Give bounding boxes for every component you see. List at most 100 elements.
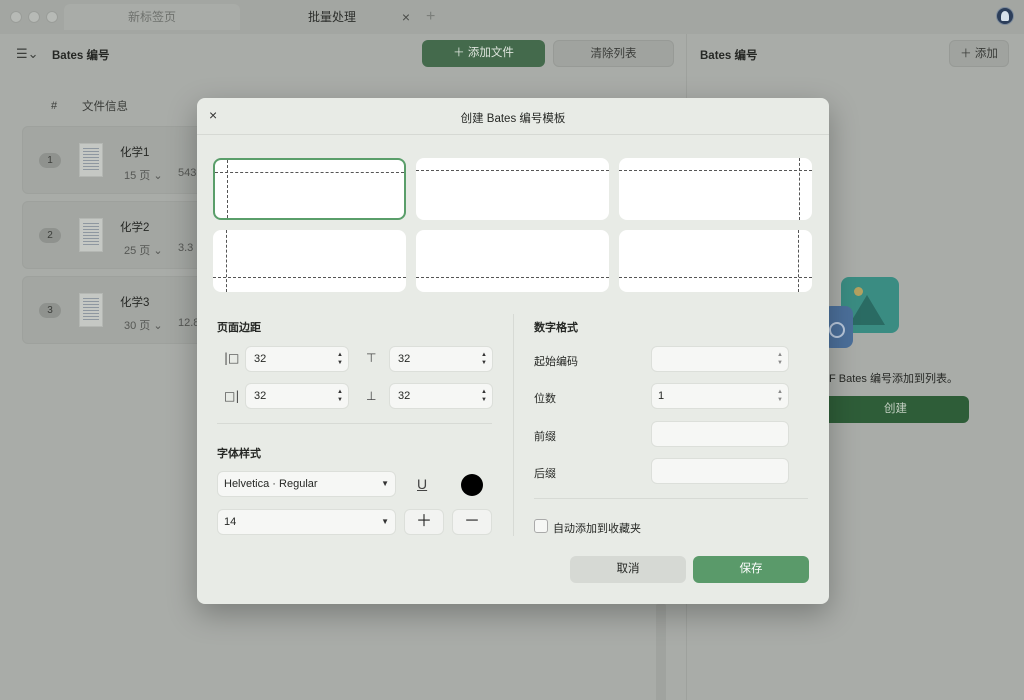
suffix-label: 后缀	[534, 468, 556, 480]
suffix-field[interactable]	[651, 458, 789, 484]
select-value: 14	[224, 516, 237, 528]
page-count-dropdown[interactable]: 15 页 ⌄	[124, 167, 163, 183]
file-number-badge: 2	[39, 228, 61, 243]
position-top-right[interactable]	[619, 158, 812, 220]
stepper-arrows-icon[interactable]: ▲ ▼	[481, 388, 487, 404]
guide-line	[416, 277, 609, 278]
auto-add-favorites-checkbox[interactable]	[534, 519, 548, 533]
column-header-number: #	[51, 100, 58, 112]
minimize-window-button[interactable]	[28, 11, 40, 23]
start-number-field[interactable]: ▲ ▼	[651, 346, 789, 372]
file-name: 化学2	[120, 222, 150, 234]
dialog-title: 创建 Bates 编号模板	[460, 113, 566, 125]
left-margin-icon: |□	[224, 351, 240, 365]
new-tab-icon[interactable]: +	[426, 4, 435, 30]
divider	[534, 498, 808, 499]
font-section-label: 字体样式	[217, 448, 261, 460]
menu-icon[interactable]: ☰⌄	[16, 46, 39, 62]
tab-batch[interactable]: 批量处理 ×	[244, 4, 420, 30]
font-color-swatch[interactable]	[461, 474, 483, 496]
decrease-font-size-button[interactable]: －	[452, 509, 492, 535]
stepper-arrows-icon[interactable]: ▲ ▼	[777, 351, 783, 367]
field-value: 1	[658, 390, 665, 402]
file-row[interactable]: 3 化学3 30 页 ⌄ 12.8	[22, 276, 212, 344]
file-thumbnail	[79, 293, 103, 327]
close-tab-icon[interactable]: ×	[402, 4, 410, 30]
bottom-margin-stepper[interactable]: 32 ▲ ▼	[389, 383, 493, 409]
right-margin-icon: □|	[224, 389, 240, 403]
create-bates-template-dialog: × 创建 Bates 编号模板 页面边距 |□ 32 ▲ ▼ ⊤ 32 ▲ ▼ …	[197, 98, 829, 604]
stepper-arrows-icon[interactable]: ▲ ▼	[337, 351, 343, 367]
guide-line	[215, 172, 404, 173]
top-margin-icon: ⊤	[366, 351, 377, 365]
auto-add-favorites-label[interactable]: 自动添加到收藏夹	[553, 520, 641, 536]
bottom-margin-icon: ⊥	[366, 389, 377, 403]
add-template-button[interactable]: ＋ 添加	[949, 40, 1009, 67]
clear-list-button[interactable]: 清除列表	[553, 40, 674, 67]
page-count-dropdown[interactable]: 25 页 ⌄	[124, 242, 163, 258]
stepper-value: 32	[398, 390, 411, 402]
select-value: Helvetica · Regular	[224, 478, 318, 490]
create-button[interactable]: 创建	[822, 396, 969, 423]
panel-title: Bates 编号	[52, 50, 110, 62]
cancel-button[interactable]: 取消	[570, 556, 686, 583]
tab-bar: 新标签页 批量处理 × +	[0, 0, 1024, 34]
position-top-left[interactable]	[213, 158, 406, 220]
dialog-header: × 创建 Bates 编号模板	[197, 98, 829, 135]
file-number-badge: 3	[39, 303, 61, 318]
prefix-field[interactable]	[651, 421, 789, 447]
left-margin-stepper[interactable]: 32 ▲ ▼	[245, 346, 349, 372]
tab-new[interactable]: 新标签页	[64, 4, 240, 30]
guide-line	[619, 170, 812, 171]
zoom-window-button[interactable]	[46, 11, 58, 23]
save-button[interactable]: 保存	[693, 556, 809, 583]
start-number-label: 起始编码	[534, 356, 578, 368]
guide-line	[213, 277, 406, 278]
mountain-icon	[849, 295, 885, 325]
add-files-button[interactable]: ＋ 添加文件	[422, 40, 545, 67]
stepper-arrows-icon[interactable]: ▲ ▼	[481, 351, 487, 367]
position-bottom-center[interactable]	[416, 230, 609, 292]
stepper-arrows-icon[interactable]: ▲ ▼	[777, 388, 783, 404]
guide-line	[619, 277, 812, 278]
scrollbar[interactable]	[656, 604, 666, 700]
stepper-arrows-icon[interactable]: ▲ ▼	[337, 388, 343, 404]
avatar[interactable]	[996, 7, 1014, 25]
position-bottom-left[interactable]	[213, 230, 406, 292]
file-size: 543	[178, 167, 197, 179]
close-window-button[interactable]	[10, 11, 22, 23]
guide-line	[799, 158, 800, 220]
number-format-section-label: 数字格式	[534, 322, 578, 334]
file-number-badge: 1	[39, 153, 61, 168]
stepper-value: 32	[254, 390, 267, 402]
digits-label: 位数	[534, 393, 556, 405]
empty-state-hint: F Bates 编号添加到列表。	[829, 373, 958, 385]
font-family-select[interactable]: Helvetica · Regular ▼	[217, 471, 396, 497]
top-margin-stepper[interactable]: 32 ▲ ▼	[389, 346, 493, 372]
underline-icon[interactable]: U	[417, 476, 427, 492]
guide-line	[226, 230, 227, 292]
file-name: 化学3	[120, 297, 150, 309]
file-row[interactable]: 2 化学2 25 页 ⌄ 3.3	[22, 201, 212, 269]
guide-line	[798, 230, 799, 292]
panel-title: Bates 编号	[700, 50, 758, 62]
font-size-select[interactable]: 14 ▼	[217, 509, 396, 535]
guide-line	[227, 160, 228, 218]
file-name: 化学1	[120, 147, 150, 159]
right-margin-stepper[interactable]: 32 ▲ ▼	[245, 383, 349, 409]
file-thumbnail	[79, 218, 103, 252]
position-top-center[interactable]	[416, 158, 609, 220]
file-size: 3.3	[178, 242, 194, 254]
increase-font-size-button[interactable]: ＋	[404, 509, 444, 535]
chevron-down-icon: ▼	[381, 517, 389, 526]
position-bottom-right[interactable]	[619, 230, 812, 292]
app-window: 新标签页 批量处理 × + ☰⌄ Bates 编号 ＋ 添加文件 清除列表 # …	[0, 0, 1024, 700]
divider	[217, 423, 492, 424]
tab-label: 批量处理	[307, 10, 356, 24]
page-count-dropdown[interactable]: 30 页 ⌄	[124, 317, 163, 333]
chevron-down-icon: ▼	[381, 479, 389, 488]
divider	[513, 314, 514, 536]
digits-field[interactable]: 1 ▲ ▼	[651, 383, 789, 409]
stepper-value: 32	[254, 353, 267, 365]
file-row[interactable]: 1 化学1 15 页 ⌄ 543	[22, 126, 212, 194]
